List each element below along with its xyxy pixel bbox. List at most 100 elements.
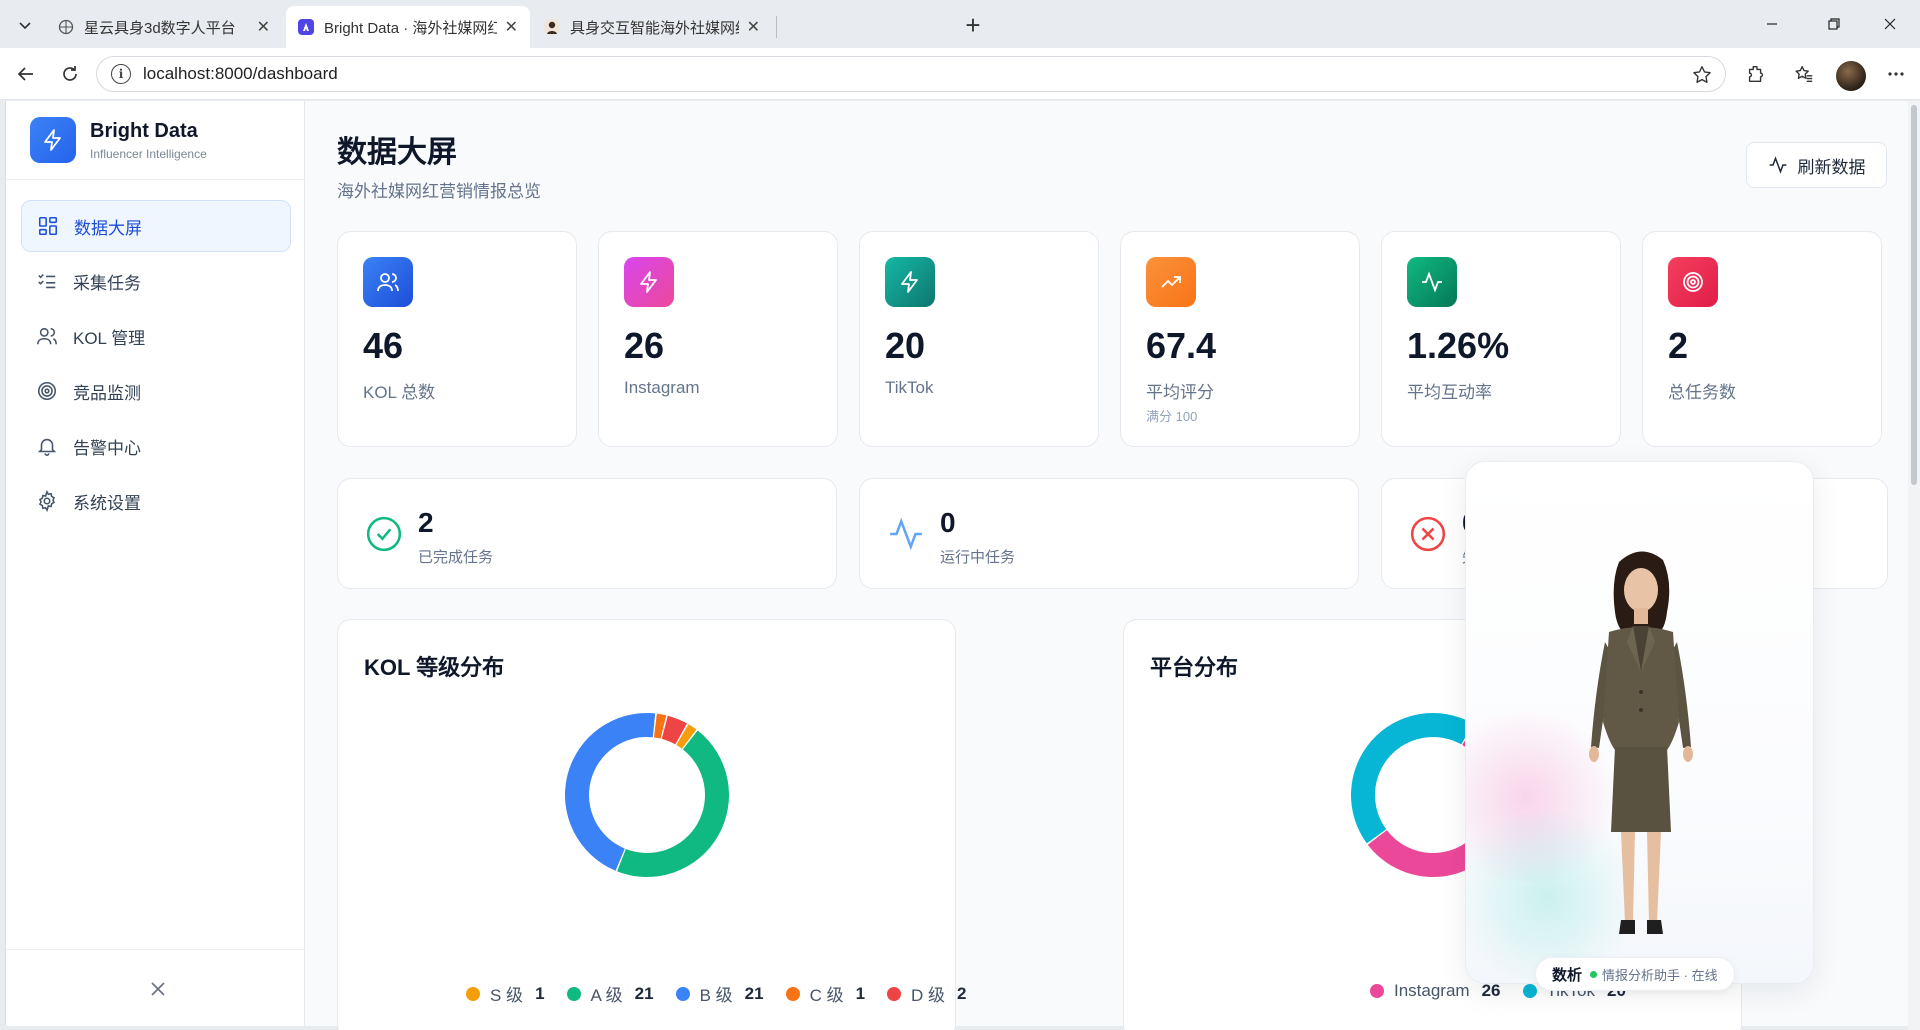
lightning-icon — [885, 257, 935, 307]
legend-label: C 级 — [809, 986, 844, 1005]
online-status-dot — [1590, 970, 1598, 978]
donut-slice-TikTok[interactable] — [1351, 713, 1474, 844]
refresh-data-button[interactable]: 刷新数据 — [1746, 142, 1887, 188]
legend-dot — [566, 986, 581, 1001]
close-window-icon[interactable] — [1870, 8, 1910, 40]
legend-item[interactable]: S 级 1 — [466, 981, 545, 1006]
legend-item[interactable]: C 级 1 — [785, 981, 866, 1006]
sidebar-item-competitor[interactable]: 竞品监测 — [21, 365, 291, 417]
legend-dot — [785, 986, 800, 1001]
trending-up-icon — [1146, 257, 1196, 307]
browser-toolbar: i localhost:8000/dashboard — [0, 48, 1920, 100]
brand[interactable]: Bright Data Influencer Intelligence — [30, 117, 207, 163]
stat-label: 平均评分 — [1146, 383, 1214, 402]
brand-name: Bright Data — [90, 119, 198, 142]
stat-card-total-tasks: 2 总任务数 — [1642, 231, 1882, 447]
legend-label: Instagram — [1394, 981, 1470, 1000]
sidebar-item-settings[interactable]: 系统设置 — [21, 475, 291, 527]
users-icon — [363, 257, 413, 307]
back-arrow-icon[interactable] — [10, 58, 42, 90]
kol-grade-donut-chart — [565, 713, 729, 877]
stat-label: 总任务数 — [1668, 383, 1736, 402]
legend-item[interactable]: Instagram 26 — [1370, 981, 1501, 1001]
sidebar-item-dashboard[interactable]: 数据大屏 — [21, 200, 291, 252]
stat-value: 2 — [1668, 325, 1689, 366]
close-tab-icon[interactable]: ✕ — [505, 17, 518, 37]
scrollbar-thumb[interactable] — [1911, 105, 1917, 485]
more-menu-icon[interactable] — [1882, 60, 1910, 88]
close-tab-icon[interactable]: ✕ — [747, 17, 760, 37]
sidebar-item-label: 系统设置 — [73, 493, 141, 513]
sidebar-item-kol[interactable]: KOL 管理 — [21, 310, 291, 362]
donut-slice-A-级[interactable] — [617, 730, 729, 877]
activity-icon — [1768, 155, 1788, 175]
legend-dot — [1522, 984, 1537, 998]
chart-legend: S 级 1 A 级 21 B 级 21 C 级 1 D 级 2 — [466, 981, 989, 1006]
brand-subtitle: Influencer Intelligence — [90, 146, 207, 161]
stat-value: 1.26% — [1407, 325, 1510, 366]
task-value: 2 — [418, 507, 434, 538]
url-text: localhost:8000/dashboard — [143, 64, 338, 83]
legend-count: 26 — [1481, 981, 1501, 1000]
stat-hint: 满分 100 — [1146, 409, 1198, 424]
lightning-logo-icon — [30, 117, 76, 163]
tab-separator — [776, 16, 777, 38]
site-info-icon[interactable]: i — [111, 64, 131, 84]
favorites-list-icon[interactable] — [1790, 60, 1818, 88]
collapse-sidebar-close-icon[interactable] — [146, 977, 170, 1001]
task-value: 0 — [940, 507, 956, 538]
browser-tab-active[interactable]: Bright Data · 海外社媒网红营销情报 ✕ — [286, 6, 530, 48]
legend-count: 21 — [744, 983, 764, 1003]
digital-human-figure — [1589, 551, 1693, 934]
close-tab-icon[interactable]: ✕ — [257, 17, 270, 37]
stat-label: KOL 总数 — [363, 383, 436, 402]
legend-label: A 级 — [590, 986, 623, 1005]
tab-list-chevron-icon[interactable] — [10, 10, 40, 40]
sidebar-item-alerts[interactable]: 告警中心 — [21, 420, 291, 472]
divider — [6, 179, 305, 180]
activity-icon — [886, 514, 926, 554]
page-title: 数据大屏 — [337, 136, 457, 169]
task-label: 已完成任务 — [418, 549, 494, 566]
stat-card-engagement: 1.26% 平均互动率 — [1381, 231, 1621, 447]
browser-tab[interactable]: 星云具身3d数字人平台 ✕ — [46, 6, 282, 48]
legend-item[interactable]: B 级 21 — [675, 981, 764, 1006]
digital-human-panel[interactable] — [1465, 461, 1814, 984]
browser-tab-strip: 星云具身3d数字人平台 ✕ Bright Data · 海外社媒网红营销情报 ✕… — [0, 0, 1920, 48]
legend-item[interactable]: A 级 21 — [566, 981, 654, 1006]
tab-title: 具身交互智能海外社媒网红营销情 — [570, 19, 739, 37]
assistant-name: 数析 — [1552, 966, 1583, 984]
chart-card-kol-grade: KOL 等级分布 S 级1A 级 21 B 级 21 C 级1D 级2 — [337, 619, 967, 1030]
x-circle-icon — [1408, 514, 1448, 554]
sidebar-item-label: 告警中心 — [73, 438, 141, 458]
task-list-icon — [35, 269, 59, 293]
donut-slice-B-级[interactable] — [565, 713, 656, 871]
target-icon — [1668, 257, 1718, 307]
browser-tab[interactable]: 具身交互智能海外社媒网红营销情 ✕ — [532, 6, 772, 48]
legend-count: 1 — [855, 983, 866, 1003]
stat-card-avg-score: 67.4 平均评分 满分 100 — [1120, 231, 1360, 447]
favorite-star-icon[interactable] — [1691, 64, 1713, 91]
stat-value: 20 — [885, 325, 926, 366]
stat-value: 26 — [624, 325, 665, 366]
sidebar-item-label: KOL 管理 — [73, 328, 146, 348]
gear-icon — [35, 489, 59, 513]
legend-item[interactable]: D 级 2 — [887, 981, 967, 1006]
page-scrollbar[interactable] — [1908, 101, 1920, 1030]
restore-icon[interactable] — [1814, 8, 1854, 40]
sidebar-item-tasks[interactable]: 采集任务 — [21, 255, 291, 307]
legend-label: B 级 — [699, 986, 733, 1005]
task-label: 运行中任务 — [940, 549, 1016, 566]
address-bar[interactable]: i localhost:8000/dashboard — [96, 56, 1726, 92]
task-card-completed: 2 已完成任务 — [337, 478, 837, 589]
new-tab-button[interactable]: + — [958, 10, 988, 40]
extensions-puzzle-icon[interactable] — [1742, 60, 1770, 88]
minimize-icon[interactable] — [1752, 8, 1792, 40]
app-favicon-icon — [298, 19, 314, 35]
legend-label: D 级 — [911, 986, 946, 1005]
grid-icon — [36, 214, 60, 238]
profile-avatar[interactable] — [1836, 61, 1866, 91]
reload-icon[interactable] — [54, 58, 86, 90]
tab-title: Bright Data · 海外社媒网红营销情报 — [324, 19, 497, 37]
page-subtitle: 海外社媒网红营销情报总览 — [337, 182, 541, 201]
